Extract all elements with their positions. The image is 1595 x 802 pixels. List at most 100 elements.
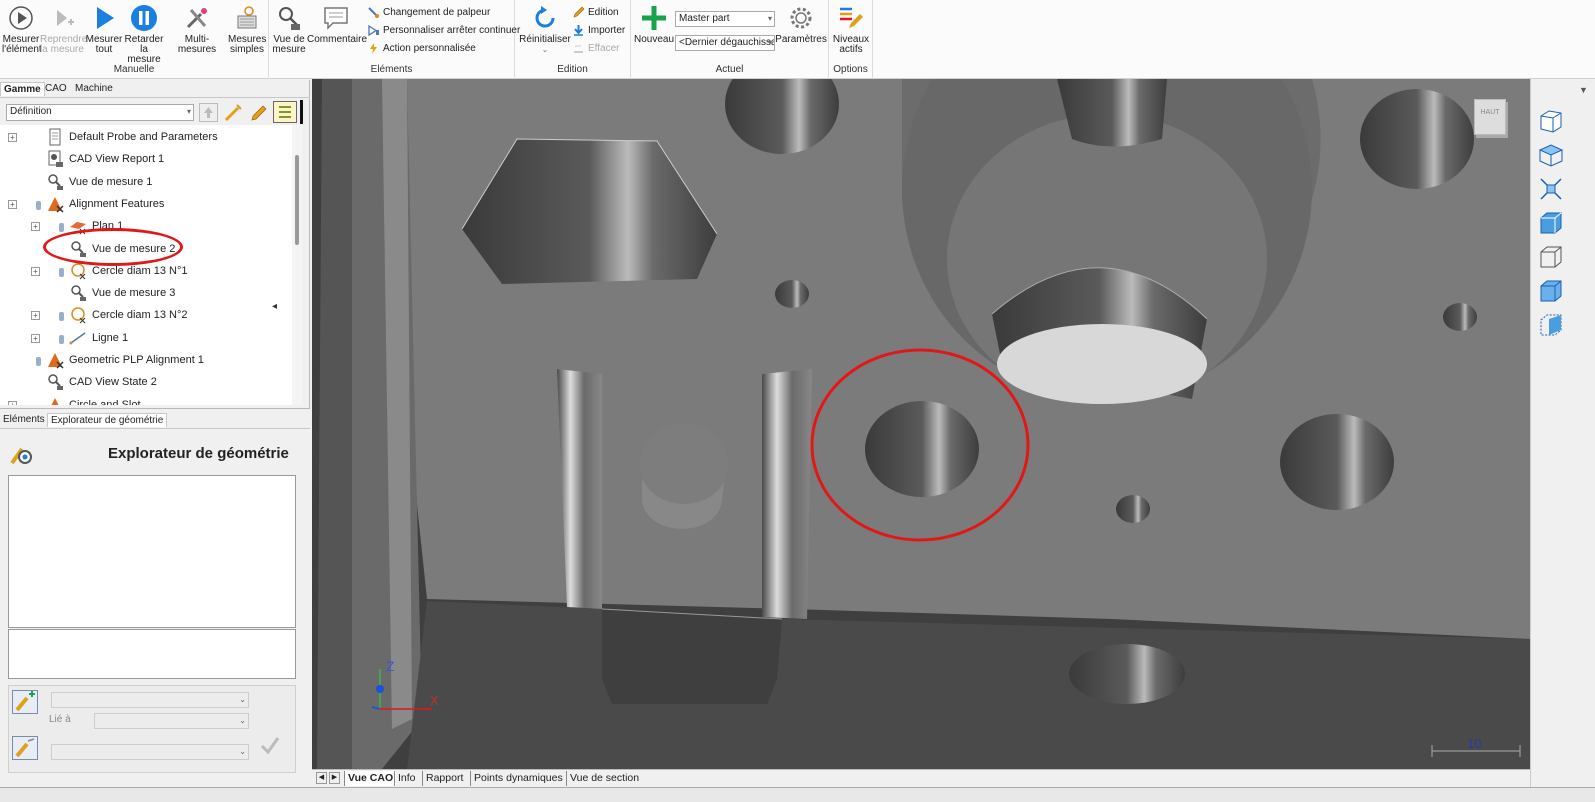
tree-node[interactable]: Default Probe and Parameters	[69, 127, 218, 147]
pin-icon[interactable]	[59, 334, 64, 344]
probe-camera-icon	[10, 447, 32, 465]
action-personnalisee-button[interactable]: Action personnalisée	[367, 41, 476, 57]
add-feature-icon[interactable]	[12, 690, 38, 714]
tab-elements[interactable]: Eléments	[0, 413, 48, 426]
top-view-icon[interactable]	[1537, 141, 1565, 169]
effacer-label: Effacer	[588, 43, 620, 54]
tab-explorateur[interactable]: Explorateur de géométrie	[47, 413, 168, 427]
move-up-icon[interactable]	[199, 103, 218, 122]
tree-node[interactable]: Vue de mesure 1	[69, 172, 152, 192]
tree-expander[interactable]: +	[8, 133, 17, 142]
reprendre-mesure-button[interactable]: Reprendre la mesure	[40, 4, 87, 55]
definition-select[interactable]: Définition ▾	[6, 104, 194, 121]
play-outline-icon	[9, 6, 33, 30]
pencil-icon[interactable]	[249, 103, 269, 122]
pin-icon[interactable]	[36, 200, 41, 210]
mesurer-element-label: Mesurer l'élément	[2, 34, 42, 55]
retarder-mesure-button[interactable]: Retarder la mesure	[124, 4, 164, 65]
pin-icon[interactable]	[59, 223, 64, 233]
tab-rapport[interactable]: Rapport	[422, 771, 466, 786]
part-select[interactable]: Master part ▾	[675, 11, 775, 27]
group-elements: Vue de mesure Commentaire Changement de …	[269, 0, 520, 79]
tree-node[interactable]: Geometric PLP Alignment 1	[69, 350, 204, 370]
pin-icon[interactable]	[36, 357, 41, 366]
mesurer-element-button[interactable]: Mesurer l'élément	[2, 4, 42, 55]
tab-vue-cao[interactable]: Vue CAO	[344, 771, 397, 786]
mesurer-tout-button[interactable]: Mesurer tout	[84, 4, 124, 55]
cad-model[interactable]: Z X 10	[312, 79, 1530, 769]
tree-expander[interactable]: +	[8, 400, 17, 405]
feature-select[interactable]: ⌄	[51, 744, 249, 760]
checkmark-icon[interactable]	[259, 734, 281, 756]
group-edition-label: Edition	[557, 64, 588, 75]
edition-button[interactable]: Edition	[572, 5, 619, 21]
tab-points-dynamiques[interactable]: Points dynamiques	[470, 771, 566, 786]
tree-expander[interactable]: +	[31, 266, 40, 276]
chevron-down-icon: ▾	[767, 14, 772, 23]
reinitialiser-button[interactable]: Réinitialiser ⌄	[518, 4, 572, 55]
axis-x-label: X	[430, 693, 439, 708]
nouveau-button[interactable]: Nouveau	[634, 4, 674, 45]
tab-gamme[interactable]: Gamme	[0, 82, 45, 96]
tree-expander[interactable]: +	[8, 199, 17, 209]
tree-node[interactable]: Ligne 1	[92, 328, 128, 348]
edit-feature-icon[interactable]	[12, 736, 38, 760]
pin-icon[interactable]	[59, 267, 64, 277]
commentaire-button[interactable]: Commentaire	[307, 4, 367, 45]
importer-button[interactable]: Importer	[572, 23, 625, 39]
feature-type-select[interactable]: ⌄	[51, 692, 249, 708]
tab-machine[interactable]: Machine	[72, 82, 116, 95]
tree-node[interactable]: Cercle diam 13 N°2	[92, 305, 188, 325]
tree-expander[interactable]: +	[31, 311, 40, 321]
mesures-simples-button[interactable]: Mesures simples	[228, 4, 266, 55]
wireframe-view-icon[interactable]	[1537, 243, 1565, 271]
fit-view-icon[interactable]	[1537, 175, 1565, 203]
line-icon	[69, 329, 87, 347]
status-bar	[0, 787, 1595, 802]
tab-vue-section[interactable]: Vue de section	[566, 771, 642, 786]
group-options: Niveaux actifs Options	[829, 0, 873, 79]
parametres-button[interactable]: Paramètres	[775, 4, 827, 45]
list-view-icon[interactable]	[273, 101, 297, 123]
measure-view-icon	[69, 284, 87, 302]
shaded-view-icon[interactable]	[1537, 277, 1565, 305]
tab-scroll-left-icon[interactable]: ◀	[316, 772, 327, 784]
personnaliser-arreter-button[interactable]: Personnaliser arrêter continuer	[367, 23, 520, 39]
view-toolbar: ▼	[1530, 79, 1595, 787]
tree-scrollbar-thumb[interactable]	[295, 155, 299, 245]
changement-palpeur-button[interactable]: Changement de palpeur	[367, 5, 490, 21]
multi-mesures-button[interactable]: Multi-mesures	[166, 4, 228, 55]
explorer-list[interactable]	[8, 475, 296, 628]
cad-viewport[interactable]: Z X 10 HAUT	[312, 79, 1530, 769]
lie-a-select[interactable]: ⌄	[94, 713, 249, 729]
alignment-icon	[46, 396, 64, 405]
tree-node[interactable]: Vue de mesure 3	[92, 283, 175, 303]
alignment-select[interactable]: <Dernier dégauchissa ▾	[675, 35, 775, 51]
reinitialiser-dropdown-icon[interactable]: ⌄	[518, 45, 572, 55]
tree-expander[interactable]: +	[31, 333, 40, 343]
tree-node[interactable]: CAD View State 2	[69, 372, 157, 392]
view-cube[interactable]: HAUT	[1474, 99, 1506, 135]
tree-scrollbar[interactable]	[292, 125, 302, 405]
magnifier-camera-icon	[279, 7, 300, 30]
solid-view-icon[interactable]	[1537, 209, 1565, 237]
pin-icon[interactable]	[59, 312, 64, 322]
tree-expander[interactable]: +	[31, 222, 40, 232]
tree-node[interactable]: Alignment Features	[69, 194, 164, 214]
wand-icon[interactable]	[223, 103, 243, 122]
toolbar-menu-icon[interactable]: ▼	[1579, 85, 1588, 95]
collapse-arrow-icon[interactable]: ◂	[272, 301, 277, 312]
tree-node[interactable]: CAD View Report 1	[69, 149, 164, 169]
iso-view-icon[interactable]	[1537, 107, 1565, 135]
tab-info[interactable]: Info	[394, 771, 419, 786]
tab-scroll-right-icon[interactable]: ▶	[329, 772, 340, 784]
changement-palpeur-label: Changement de palpeur	[383, 7, 491, 18]
program-tree[interactable]: + Default Probe and Parameters CAD View Re…	[0, 125, 292, 405]
tree-node[interactable]: Circle and Slot	[69, 395, 141, 405]
niveaux-actifs-button[interactable]: Niveaux actifs	[831, 4, 871, 55]
effacer-button[interactable]: Effacer	[572, 41, 620, 57]
tab-cao[interactable]: CAO	[42, 82, 70, 95]
vue-mesure-button[interactable]: Vue de mesure	[271, 4, 307, 55]
mesurer-tout-label: Mesurer tout	[85, 34, 123, 55]
section-view-icon[interactable]	[1537, 311, 1565, 339]
